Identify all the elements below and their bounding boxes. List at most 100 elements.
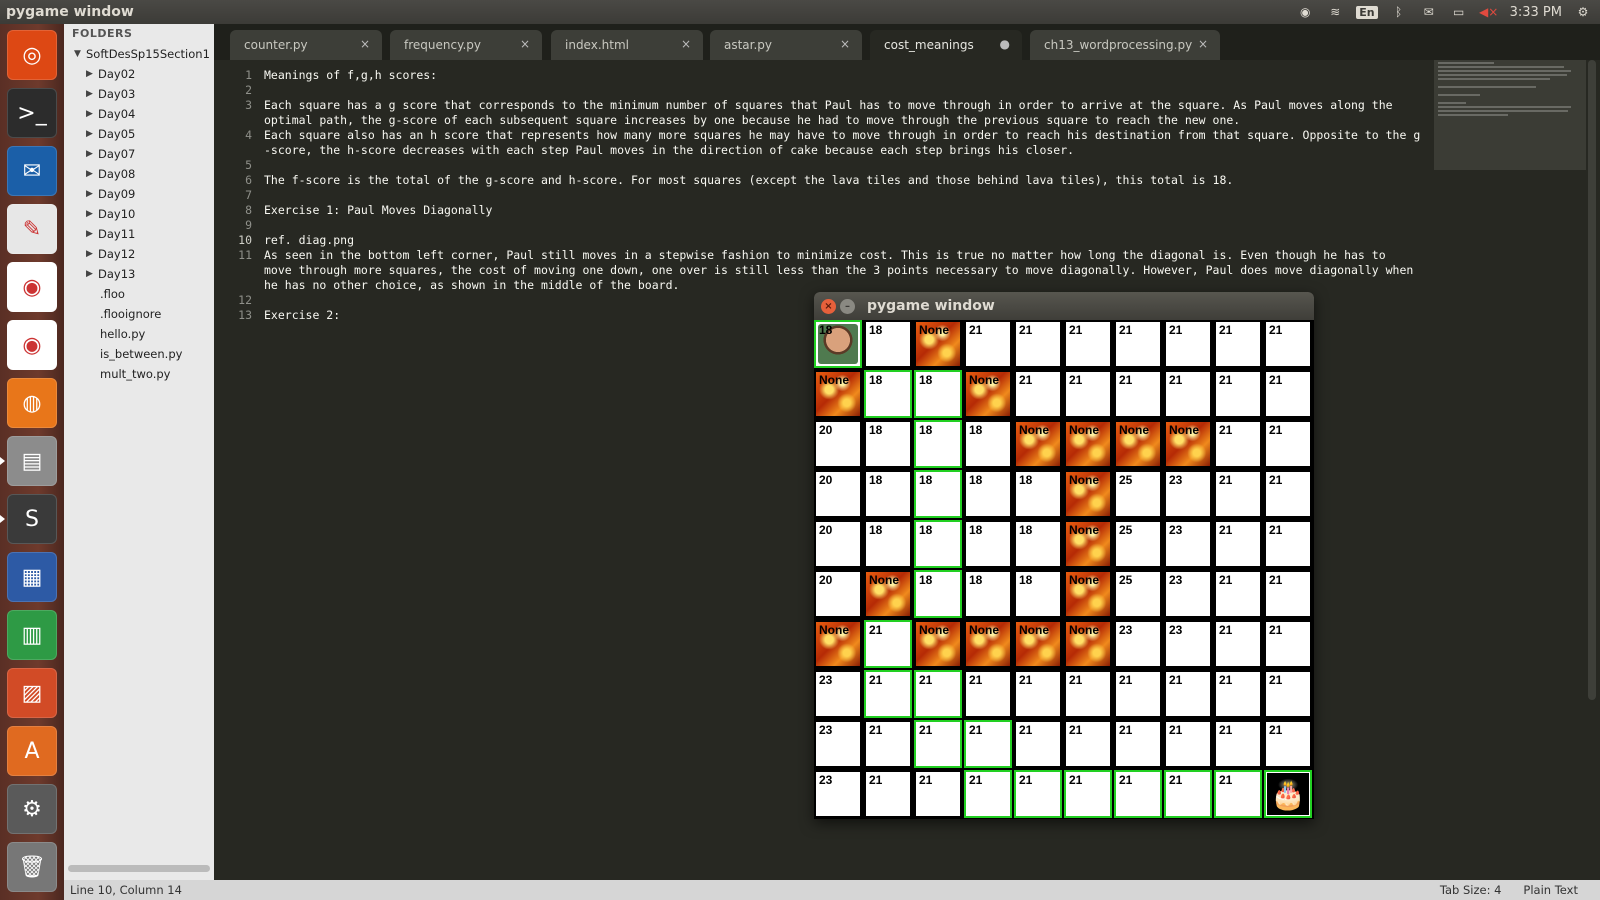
tab-index-html[interactable]: index.html ×	[551, 30, 703, 60]
grid-cell[interactable]: 21	[1114, 670, 1162, 718]
lava-cell[interactable]: None	[1014, 620, 1062, 668]
keyboard-layout-indicator[interactable]: En	[1356, 5, 1378, 19]
pygame-window[interactable]: × – pygame window 18 18 None 21 21 21 21 21 21 21…	[814, 292, 1314, 819]
grid-cell[interactable]: 21	[964, 720, 1012, 768]
grid-cell[interactable]: 20	[814, 570, 862, 618]
sidebar-folder-day11[interactable]: ▶ Day11	[64, 224, 214, 244]
grid-cell[interactable]: 21	[1214, 770, 1262, 818]
sidebar-folder-day12[interactable]: ▶ Day12	[64, 244, 214, 264]
grid-cell[interactable]: 23	[1114, 620, 1162, 668]
unsaved-dot-icon[interactable]: ●	[1000, 37, 1010, 51]
tab-frequency-py[interactable]: frequency.py ×	[390, 30, 542, 60]
grid-cell[interactable]: 18	[864, 370, 912, 418]
sidebar-file[interactable]: hello.py	[64, 324, 214, 344]
chrome-icon[interactable]: ◉	[7, 320, 57, 370]
grid-cell[interactable]: 21	[1214, 720, 1262, 768]
ubuntu-logo-icon[interactable]: ◎	[7, 30, 57, 80]
sidebar-folder-day04[interactable]: ▶ Day04	[64, 104, 214, 124]
file-manager-icon[interactable]: ▤	[0, 436, 57, 486]
grid-cell[interactable]: 21	[914, 770, 962, 818]
grid-cell[interactable]: 21	[1264, 320, 1312, 368]
grid-cell[interactable]: 21	[1064, 720, 1112, 768]
grid-cell[interactable]: 21	[964, 670, 1012, 718]
grid-cell[interactable]: 18	[964, 520, 1012, 568]
lava-cell[interactable]: None	[1064, 420, 1112, 468]
grid-cell[interactable]: 18	[914, 370, 962, 418]
lava-cell[interactable]: None	[964, 620, 1012, 668]
lava-cell[interactable]: None	[814, 620, 862, 668]
grid-cell[interactable]: 21	[1114, 370, 1162, 418]
grid-cell[interactable]: 21	[1264, 370, 1312, 418]
lava-cell[interactable]: None	[864, 570, 912, 618]
sidebar-folder-day13[interactable]: ▶ Day13	[64, 264, 214, 284]
grid-cell[interactable]: 21	[1214, 420, 1262, 468]
tab-size-selector[interactable]: Tab Size: 4	[1440, 883, 1524, 897]
sidebar-scrollbar[interactable]	[68, 865, 210, 872]
grid-cell[interactable]: 21	[914, 720, 962, 768]
document-viewer-icon[interactable]: ✎	[7, 204, 57, 254]
grid-cell[interactable]: 21	[1164, 670, 1212, 718]
grid-cell[interactable]: 21	[1164, 720, 1212, 768]
bluetooth-icon[interactable]: ᛒ	[1390, 4, 1408, 20]
gear-icon[interactable]: ⚙	[1574, 4, 1592, 20]
grid-cell[interactable]: 18	[964, 420, 1012, 468]
grid-cell[interactable]: 21	[1014, 720, 1062, 768]
grid-cell[interactable]: 21	[864, 770, 912, 818]
grid-cell[interactable]: 20	[814, 470, 862, 518]
grid-cell[interactable]: 23	[1164, 470, 1212, 518]
grid-cell[interactable]: 25	[1114, 520, 1162, 568]
grid-cell[interactable]: 21	[1214, 470, 1262, 518]
grid-cell[interactable]: 23	[1164, 570, 1212, 618]
grid-cell[interactable]: 21	[1064, 770, 1112, 818]
grid-cell[interactable]: 18	[914, 470, 962, 518]
sidebar-folder-day08[interactable]: ▶ Day08	[64, 164, 214, 184]
grid-cell[interactable]: 21	[1014, 770, 1062, 818]
grid-cell[interactable]: 18	[964, 470, 1012, 518]
grid-cell[interactable]: 21	[864, 670, 912, 718]
grid-cell[interactable]: 18	[914, 520, 962, 568]
tab-astar-py[interactable]: astar.py ×	[710, 30, 862, 60]
sidebar-folder-day09[interactable]: ▶ Day09	[64, 184, 214, 204]
grid-cell[interactable]: 18	[964, 570, 1012, 618]
software-center-icon[interactable]: A	[7, 726, 57, 776]
lava-cell[interactable]: None	[1064, 470, 1112, 518]
lava-cell[interactable]: None	[1064, 620, 1112, 668]
close-icon[interactable]: ×	[1198, 37, 1208, 51]
grid-cell[interactable]: 25	[1114, 570, 1162, 618]
grid-cell[interactable]: 21	[1114, 720, 1162, 768]
grid-cell[interactable]: 21	[1214, 320, 1262, 368]
lava-cell[interactable]: None	[1114, 420, 1162, 468]
tab-counter-py[interactable]: counter.py ×	[230, 30, 382, 60]
grid-cell[interactable]: 21	[1064, 670, 1112, 718]
lava-cell[interactable]: None	[1064, 520, 1112, 568]
close-icon[interactable]: ×	[840, 37, 850, 51]
lava-cell[interactable]: None	[964, 370, 1012, 418]
grid-cell[interactable]: 23	[814, 670, 862, 718]
volume-muted-icon[interactable]: ◀×	[1479, 4, 1498, 20]
grid-cell[interactable]: 21	[864, 720, 912, 768]
grid-cell[interactable]: 21	[1114, 320, 1162, 368]
grid-cell[interactable]: 21	[1014, 670, 1062, 718]
grid-cell[interactable]: 21	[964, 320, 1012, 368]
grid-cell[interactable]: 21	[1014, 320, 1062, 368]
editor-scrollbar[interactable]	[1588, 60, 1596, 700]
calc-icon[interactable]: ▥	[7, 610, 57, 660]
grid-cell[interactable]: 21	[1214, 370, 1262, 418]
sidebar-file[interactable]: is_between.py	[64, 344, 214, 364]
lava-cell[interactable]: None	[1164, 420, 1212, 468]
grid-cell[interactable]: 21	[1264, 520, 1312, 568]
sidebar-file[interactable]: .floo	[64, 284, 214, 304]
lava-cell[interactable]: None	[914, 320, 962, 368]
lava-cell[interactable]: None	[814, 370, 862, 418]
grid-cell[interactable]: 21	[1114, 770, 1162, 818]
grid-cell[interactable]: 18	[864, 420, 912, 468]
close-icon[interactable]: ×	[360, 37, 370, 51]
grid-cell[interactable]: 18	[864, 320, 912, 368]
grid-cell[interactable]: 23	[1164, 520, 1212, 568]
grid-cell[interactable]: 21	[1164, 370, 1212, 418]
grid-cell[interactable]: 20	[814, 420, 862, 468]
grid-cell[interactable]: 23	[814, 770, 862, 818]
grid-cell[interactable]: 21	[1264, 670, 1312, 718]
grid-cell[interactable]: 18	[1014, 470, 1062, 518]
close-icon[interactable]: ×	[681, 37, 691, 51]
